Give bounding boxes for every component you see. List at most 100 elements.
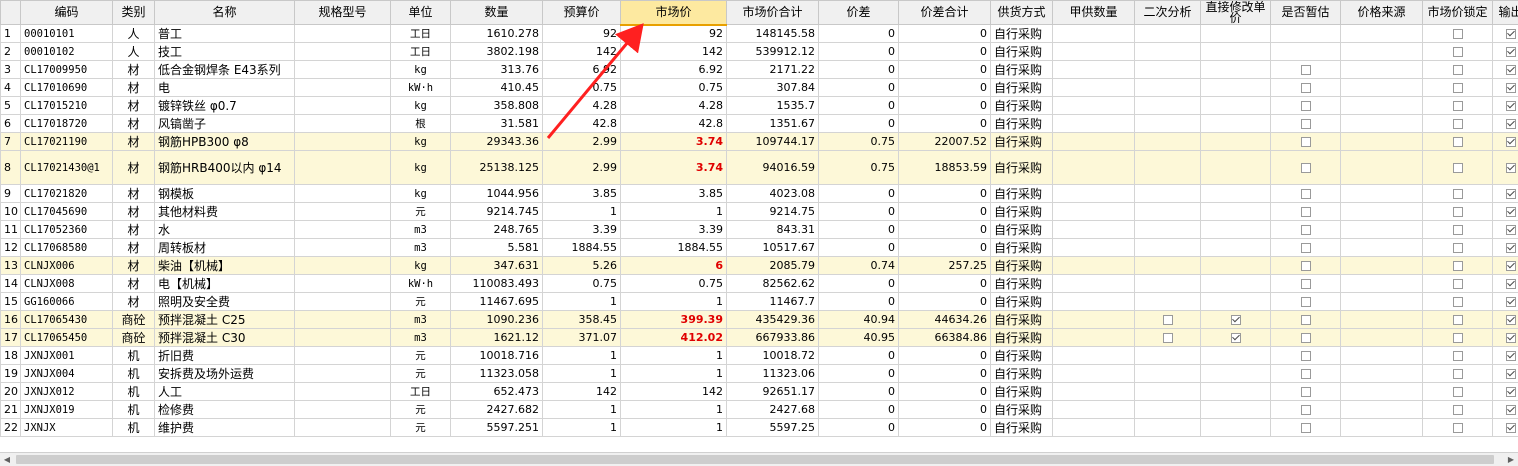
header-price-source[interactable]: 价格来源 xyxy=(1340,0,1423,25)
cell-price-source[interactable] xyxy=(1340,24,1423,43)
cell-secondary-analysis[interactable] xyxy=(1134,184,1201,203)
cell-unit[interactable]: kg xyxy=(390,150,451,185)
cell-price-source[interactable] xyxy=(1340,114,1423,133)
cell-budget-price[interactable]: 142 xyxy=(542,382,621,401)
cell-quantity[interactable]: 248.765 xyxy=(450,220,543,239)
checkbox-unchecked-icon[interactable] xyxy=(1452,101,1463,111)
cell-market-price-lock[interactable] xyxy=(1422,96,1493,115)
cell-supply-method[interactable]: 自行采购 xyxy=(990,42,1053,61)
cell-jia-supply-qty[interactable] xyxy=(1052,400,1135,419)
cell-diff-total[interactable]: 66384.86 xyxy=(898,328,991,347)
cell-price-source[interactable] xyxy=(1340,132,1423,151)
cell-direct-edit-price[interactable] xyxy=(1200,382,1271,401)
checkbox-unchecked-icon[interactable] xyxy=(1452,163,1463,173)
cell-market-price-lock[interactable] xyxy=(1422,42,1493,61)
table-row[interactable]: 16 CL17065430 商砼 预拌混凝土 C25 m3 1090.236 358.45 3… xyxy=(0,310,1518,329)
checkbox-unchecked-icon[interactable] xyxy=(1452,405,1463,415)
cell-name[interactable]: 水 xyxy=(154,220,295,239)
cell-unit[interactable]: kg xyxy=(390,60,451,79)
cell-price-source[interactable] xyxy=(1340,382,1423,401)
cell-market-price-lock[interactable] xyxy=(1422,382,1493,401)
cell-name[interactable]: 镀锌铁丝 φ0.7 xyxy=(154,96,295,115)
cell-output[interactable] xyxy=(1492,400,1518,419)
cell-secondary-analysis[interactable] xyxy=(1134,274,1201,293)
cell-output[interactable] xyxy=(1492,150,1518,185)
cell-market-total[interactable]: 539912.12 xyxy=(726,42,819,61)
cell-secondary-analysis[interactable] xyxy=(1134,382,1201,401)
checkbox-checked-icon[interactable] xyxy=(1505,333,1516,343)
cell-market-total[interactable]: 2171.22 xyxy=(726,60,819,79)
cell-category[interactable]: 材 xyxy=(112,96,155,115)
checkbox-unchecked-icon[interactable] xyxy=(1300,297,1311,307)
cell-output[interactable] xyxy=(1492,24,1518,43)
header-quantity[interactable]: 数量 xyxy=(450,0,543,25)
cell-name[interactable]: 电【机械】 xyxy=(154,274,295,293)
cell-jia-supply-qty[interactable] xyxy=(1052,220,1135,239)
header-secondary-analysis[interactable]: 二次分析 xyxy=(1134,0,1201,25)
header-market-price[interactable]: 市场价 xyxy=(620,0,727,26)
cell-market-price-lock[interactable] xyxy=(1422,364,1493,383)
cell-secondary-analysis[interactable] xyxy=(1134,400,1201,419)
cell-price-diff[interactable]: 0 xyxy=(818,96,899,115)
cell-quantity[interactable]: 11323.058 xyxy=(450,364,543,383)
checkbox-unchecked-icon[interactable] xyxy=(1452,65,1463,75)
cell-market-price-lock[interactable] xyxy=(1422,202,1493,221)
cell-spec[interactable] xyxy=(294,42,391,61)
cell-diff-total[interactable]: 0 xyxy=(898,418,991,437)
checkbox-unchecked-icon[interactable] xyxy=(1300,423,1311,433)
cell-budget-price[interactable]: 2.99 xyxy=(542,150,621,185)
cell-output[interactable] xyxy=(1492,96,1518,115)
cell-secondary-analysis[interactable] xyxy=(1134,202,1201,221)
checkbox-unchecked-icon[interactable] xyxy=(1300,351,1311,361)
cell-spec[interactable] xyxy=(294,150,391,185)
cell-unit[interactable]: 工日 xyxy=(390,382,451,401)
cell-quantity[interactable]: 9214.745 xyxy=(450,202,543,221)
cell-is-estimate[interactable] xyxy=(1270,202,1341,221)
cell-market-total[interactable]: 5597.25 xyxy=(726,418,819,437)
cell-supply-method[interactable]: 自行采购 xyxy=(990,364,1053,383)
cell-market-price-lock[interactable] xyxy=(1422,132,1493,151)
table-row[interactable]: 14 CLNJX008 材电【机械】 kW·h 110083.493 0.75 0.75 82… xyxy=(0,274,1518,293)
table-row[interactable]: 8 CL17021430@1 材钢筋HRB400以内 φ14 kg 25138.125 2… xyxy=(0,150,1518,185)
checkbox-unchecked-icon[interactable] xyxy=(1300,369,1311,379)
cell-price-source[interactable] xyxy=(1340,202,1423,221)
cell-quantity[interactable]: 3802.198 xyxy=(450,42,543,61)
cell-code[interactable]: CL17021430@1 xyxy=(20,150,113,185)
checkbox-unchecked-icon[interactable] xyxy=(1452,29,1463,39)
checkbox-unchecked-icon[interactable] xyxy=(1452,225,1463,235)
cell-jia-supply-qty[interactable] xyxy=(1052,364,1135,383)
cell-market-price-lock[interactable] xyxy=(1422,418,1493,437)
cell-price-diff[interactable]: 0 xyxy=(818,346,899,365)
cell-price-source[interactable] xyxy=(1340,328,1423,347)
header-budget-price[interactable]: 预算价 xyxy=(542,0,621,25)
cell-diff-total[interactable]: 0 xyxy=(898,184,991,203)
cell-unit[interactable]: 元 xyxy=(390,202,451,221)
cell-spec[interactable] xyxy=(294,220,391,239)
cell-code[interactable]: CL17065450 xyxy=(20,328,113,347)
cell-is-estimate[interactable] xyxy=(1270,150,1341,185)
cell-price-source[interactable] xyxy=(1340,96,1423,115)
cell-supply-method[interactable]: 自行采购 xyxy=(990,418,1053,437)
cell-budget-price[interactable]: 3.39 xyxy=(542,220,621,239)
cell-direct-edit-price[interactable] xyxy=(1200,184,1271,203)
cell-is-estimate[interactable] xyxy=(1270,346,1341,365)
cell-supply-method[interactable]: 自行采购 xyxy=(990,256,1053,275)
cell-code[interactable]: CL17010690 xyxy=(20,78,113,97)
cell-market-price[interactable]: 142 xyxy=(620,42,727,61)
table-row[interactable]: 12 CL17068580 材周转板材 m3 5.581 1884.55 1884.55 10… xyxy=(0,238,1518,257)
cell-output[interactable] xyxy=(1492,238,1518,257)
cell-name[interactable]: 预拌混凝土 C30 xyxy=(154,328,295,347)
cell-diff-total[interactable]: 0 xyxy=(898,220,991,239)
cell-output[interactable] xyxy=(1492,328,1518,347)
header-supply-method[interactable]: 供货方式 xyxy=(990,0,1053,25)
cell-supply-method[interactable]: 自行采购 xyxy=(990,310,1053,329)
cell-diff-total[interactable]: 0 xyxy=(898,400,991,419)
cell-market-price[interactable]: 1 xyxy=(620,418,727,437)
cell-jia-supply-qty[interactable] xyxy=(1052,60,1135,79)
cell-diff-total[interactable]: 0 xyxy=(898,60,991,79)
cell-market-price-lock[interactable] xyxy=(1422,400,1493,419)
cell-market-price[interactable]: 0.75 xyxy=(620,274,727,293)
cell-direct-edit-price[interactable] xyxy=(1200,346,1271,365)
cell-market-price[interactable]: 142 xyxy=(620,382,727,401)
checkbox-unchecked-icon[interactable] xyxy=(1300,243,1311,253)
